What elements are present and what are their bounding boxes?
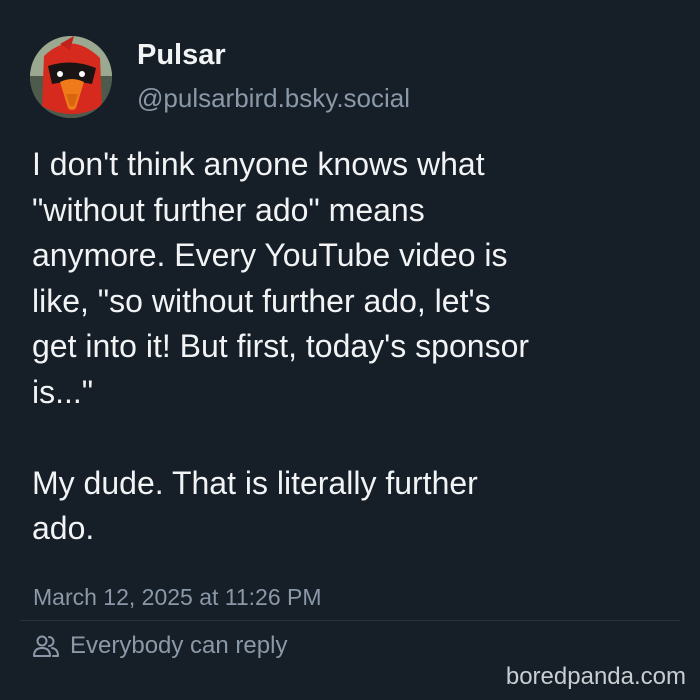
post-paragraph: I don't think anyone knows what "without… [32, 142, 682, 415]
post-timestamp: March 12, 2025 at 11:26 PM [33, 584, 322, 610]
user-handle[interactable]: @pulsarbird.bsky.social [137, 82, 410, 114]
display-name[interactable]: Pulsar [137, 38, 226, 72]
post-paragraph: My dude. That is literally further ado. [32, 461, 682, 552]
post-line: "without further ado" means [32, 191, 425, 228]
watermark: boredpanda.com [505, 663, 686, 690]
people-icon [33, 635, 59, 657]
post-line: get into it! But first, today's sponsor [32, 328, 530, 364]
reply-setting[interactable]: Everybody can reply [32, 630, 287, 662]
post-text: I don't think anyone knows what "without… [32, 142, 682, 552]
post-card: Pulsar @pulsarbird.bsky.social I don't t… [0, 0, 700, 700]
reply-setting-label: Everybody can reply [70, 632, 288, 659]
divider [20, 620, 680, 621]
post-line: is..." [32, 373, 94, 410]
post-line: anymore. Every YouTube video is [32, 237, 508, 273]
post-line: I don't think anyone knows what [32, 146, 485, 182]
avatar[interactable] [30, 36, 112, 118]
post-line: like, "so without further ado, let's [32, 282, 491, 319]
post-line: ado. [32, 510, 95, 546]
red-cardinal-avatar-icon [30, 36, 112, 118]
post-line: My dude. That is literally further [32, 464, 478, 501]
